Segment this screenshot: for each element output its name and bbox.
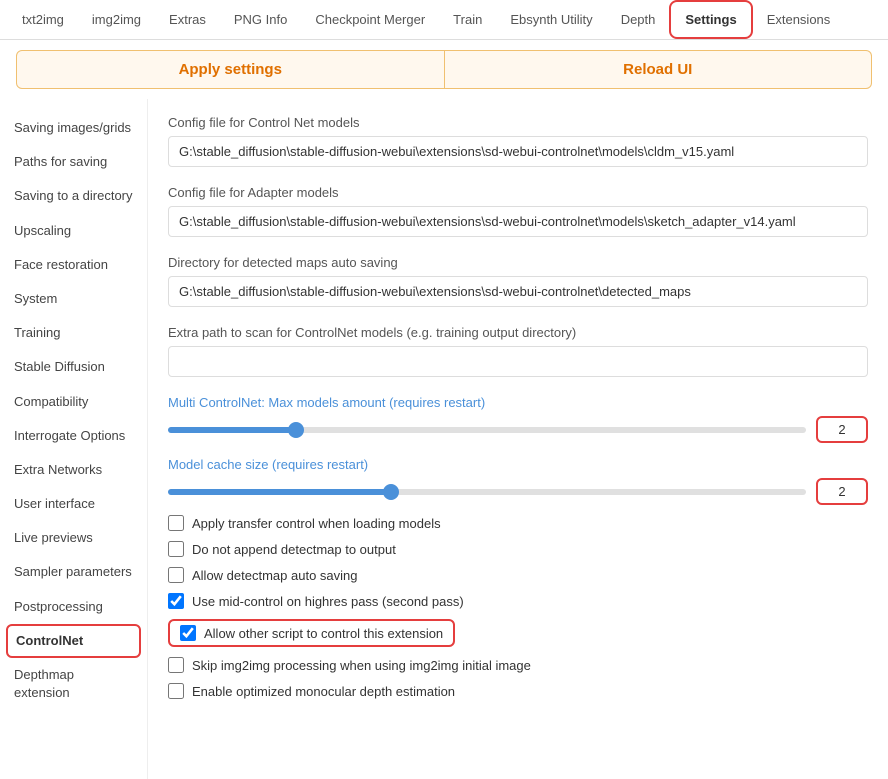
multi-controlnet-slider-row: 2 (168, 416, 868, 443)
nav-img2img[interactable]: img2img (78, 2, 155, 37)
extra-path-input[interactable] (168, 346, 868, 377)
nav-extensions[interactable]: Extensions (753, 2, 845, 37)
nav-ebsynth[interactable]: Ebsynth Utility (496, 2, 606, 37)
config-controlnet-input[interactable] (168, 136, 868, 167)
nav-extras[interactable]: Extras (155, 2, 220, 37)
checkbox-skip-img2img-input[interactable] (168, 657, 184, 673)
checkbox-apply-transfer-label: Apply transfer control when loading mode… (192, 516, 441, 531)
sidebar-item-live-previews[interactable]: Live previews (0, 521, 147, 555)
sidebar-item-training[interactable]: Training (0, 316, 147, 350)
sidebar-item-saving-images[interactable]: Saving images/grids (0, 111, 147, 145)
model-cache-thumb[interactable] (383, 484, 399, 500)
checkbox-no-append-label: Do not append detectmap to output (192, 542, 396, 557)
checkbox-no-append: Do not append detectmap to output (168, 541, 868, 557)
dir-detected-input[interactable] (168, 276, 868, 307)
checkbox-no-append-input[interactable] (168, 541, 184, 557)
multi-controlnet-track[interactable] (168, 427, 806, 433)
sidebar-item-user-interface[interactable]: User interface (0, 487, 147, 521)
checkbox-mid-control-label: Use mid-control on highres pass (second … (192, 594, 464, 609)
sidebar-item-extra-networks[interactable]: Extra Networks (0, 453, 147, 487)
multi-controlnet-fill (168, 427, 296, 433)
sidebar-item-sampler-parameters[interactable]: Sampler parameters (0, 555, 147, 589)
nav-train[interactable]: Train (439, 2, 496, 37)
nav-checkpoint-merger[interactable]: Checkpoint Merger (301, 2, 439, 37)
model-cache-slider-row: 2 (168, 478, 868, 505)
nav-depth[interactable]: Depth (607, 2, 670, 37)
checkbox-enable-monocular: Enable optimized monocular depth estimat… (168, 683, 868, 699)
checkbox-mid-control-input[interactable] (168, 593, 184, 609)
checkbox-skip-img2img: Skip img2img processing when using img2i… (168, 657, 868, 673)
top-navigation: txt2img img2img Extras PNG Info Checkpoi… (0, 0, 888, 40)
sidebar-item-system[interactable]: System (0, 282, 147, 316)
settings-content: Config file for Control Net models Confi… (148, 99, 888, 779)
config-adapter-input[interactable] (168, 206, 868, 237)
nav-settings[interactable]: Settings (669, 0, 752, 39)
checkbox-allow-detectmap-input[interactable] (168, 567, 184, 583)
checkbox-apply-transfer: Apply transfer control when loading mode… (168, 515, 868, 531)
sidebar-item-paths-for-saving[interactable]: Paths for saving (0, 145, 147, 179)
nav-txt2img[interactable]: txt2img (8, 2, 78, 37)
checkbox-enable-monocular-input[interactable] (168, 683, 184, 699)
checkbox-allow-script-label: Allow other script to control this exten… (204, 626, 443, 641)
multi-controlnet-label: Multi ControlNet: Max models amount (req… (168, 395, 868, 410)
sidebar-item-interrogate-options[interactable]: Interrogate Options (0, 419, 147, 453)
extra-path-label: Extra path to scan for ControlNet models… (168, 325, 868, 340)
sidebar-item-depthmap[interactable]: Depthmap extension (0, 658, 147, 710)
checkbox-apply-transfer-input[interactable] (168, 515, 184, 531)
config-adapter-label: Config file for Adapter models (168, 185, 868, 200)
checkbox-skip-img2img-label: Skip img2img processing when using img2i… (192, 658, 531, 673)
model-cache-fill (168, 489, 391, 495)
sidebar-item-upscaling[interactable]: Upscaling (0, 214, 147, 248)
checkbox-allow-script: Allow other script to control this exten… (168, 619, 868, 647)
apply-settings-button[interactable]: Apply settings (16, 50, 445, 89)
dir-detected-label: Directory for detected maps auto saving (168, 255, 868, 270)
nav-png-info[interactable]: PNG Info (220, 2, 301, 37)
multi-controlnet-value[interactable]: 2 (816, 416, 868, 443)
sidebar-item-postprocessing[interactable]: Postprocessing (0, 590, 147, 624)
config-controlnet-label: Config file for Control Net models (168, 115, 868, 130)
main-layout: Saving images/grids Paths for saving Sav… (0, 99, 888, 779)
checkbox-enable-monocular-label: Enable optimized monocular depth estimat… (192, 684, 455, 699)
model-cache-value[interactable]: 2 (816, 478, 868, 505)
reload-ui-button[interactable]: Reload UI (445, 50, 873, 89)
model-cache-track[interactable] (168, 489, 806, 495)
sidebar-item-saving-to-directory[interactable]: Saving to a directory (0, 179, 147, 213)
sidebar-item-face-restoration[interactable]: Face restoration (0, 248, 147, 282)
sidebar-item-controlnet[interactable]: ControlNet (6, 624, 141, 658)
sidebar: Saving images/grids Paths for saving Sav… (0, 99, 148, 779)
sidebar-item-stable-diffusion[interactable]: Stable Diffusion (0, 350, 147, 384)
action-row: Apply settings Reload UI (0, 40, 888, 99)
multi-controlnet-thumb[interactable] (288, 422, 304, 438)
model-cache-label: Model cache size (requires restart) (168, 457, 868, 472)
checkbox-allow-detectmap: Allow detectmap auto saving (168, 567, 868, 583)
sidebar-item-compatibility[interactable]: Compatibility (0, 385, 147, 419)
checkbox-allow-detectmap-label: Allow detectmap auto saving (192, 568, 357, 583)
checkbox-allow-script-input[interactable] (180, 625, 196, 641)
checkbox-mid-control: Use mid-control on highres pass (second … (168, 593, 868, 609)
